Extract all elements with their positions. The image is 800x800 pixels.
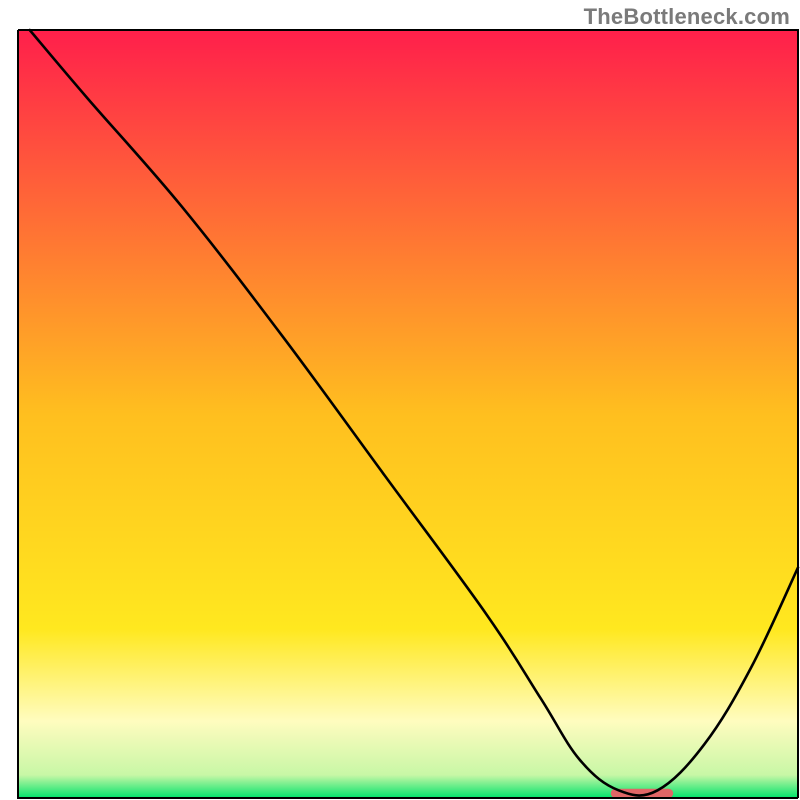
chart-background — [18, 30, 798, 798]
bottleneck-chart — [0, 0, 800, 800]
